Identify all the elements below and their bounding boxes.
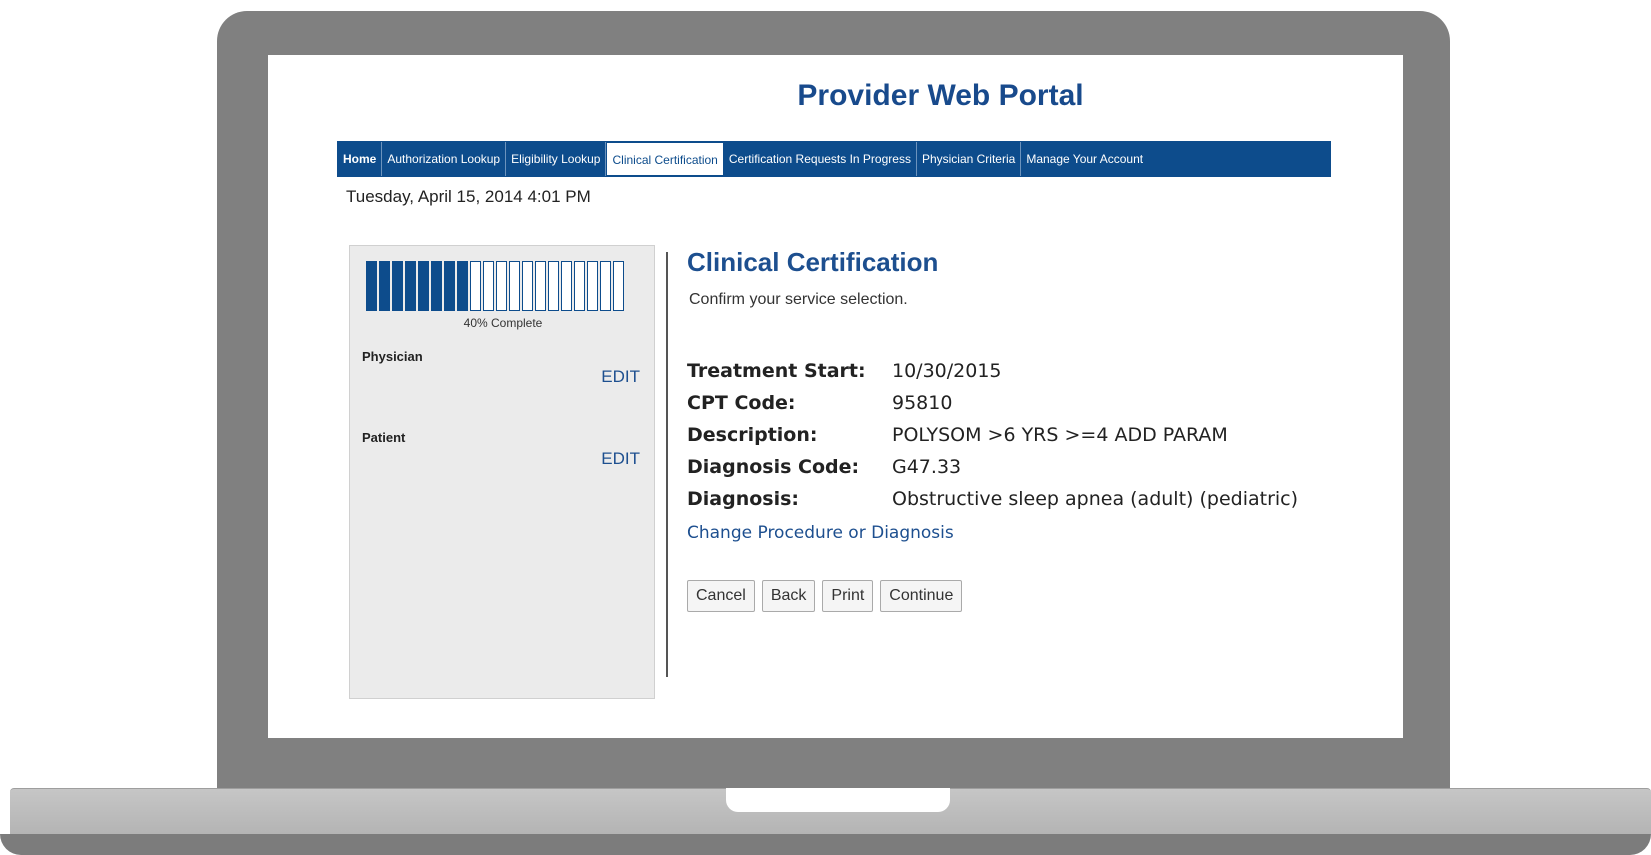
progress-segment-filled	[418, 261, 429, 311]
progress-segment-empty	[535, 261, 546, 311]
progress-segment-empty	[496, 261, 507, 311]
detail-value: 10/30/2015	[892, 360, 1002, 382]
progress-segment-empty	[574, 261, 585, 311]
portal-title: Provider Web Portal	[797, 79, 1084, 112]
detail-value: G47.33	[892, 456, 962, 478]
current-date: Tuesday, April 15, 2014 4:01 PM	[346, 187, 591, 206]
tab-home[interactable]: Home	[338, 142, 383, 176]
detail-row-diagnosis: Diagnosis: Obstructive sleep apnea (adul…	[687, 483, 1298, 515]
detail-row-cpt-code: CPT Code: 95810	[687, 387, 1298, 419]
main-navigation: Home Authorization Lookup Eligibility Lo…	[337, 141, 1331, 177]
detail-row-diagnosis-code: Diagnosis Code: G47.33	[687, 451, 1298, 483]
progress-segment-empty	[470, 261, 481, 311]
continue-button[interactable]: Continue	[880, 580, 963, 612]
progress-segment-filled	[431, 261, 442, 311]
laptop-bottom	[0, 834, 1651, 855]
progress-segment-empty	[522, 261, 533, 311]
progress-label: 40% Complete	[463, 316, 543, 330]
progress-segment-empty	[548, 261, 559, 311]
cancel-button[interactable]: Cancel	[687, 580, 755, 612]
physician-label: Physician	[362, 349, 423, 364]
progress-segment-filled	[366, 261, 377, 311]
tab-manage-your-account[interactable]: Manage Your Account	[1021, 142, 1148, 176]
progress-segment-empty	[509, 261, 520, 311]
service-details-table: Treatment Start: 10/30/2015 CPT Code: 95…	[687, 355, 1298, 515]
back-button[interactable]: Back	[761, 580, 816, 612]
progress-segment-empty	[483, 261, 494, 311]
detail-value: 95810	[892, 392, 953, 414]
detail-label: Diagnosis Code:	[687, 456, 860, 478]
print-button[interactable]: Print	[822, 580, 874, 612]
patient-label: Patient	[362, 430, 406, 445]
progress-bar	[366, 261, 624, 311]
detail-row-treatment-start: Treatment Start: 10/30/2015	[687, 355, 1298, 387]
tab-eligibility-lookup[interactable]: Eligibility Lookup	[506, 142, 607, 176]
tab-clinical-certification[interactable]: Clinical Certification	[606, 142, 724, 176]
progress-segment-filled	[457, 261, 468, 311]
detail-label: CPT Code:	[687, 392, 796, 414]
progress-segment-filled	[444, 261, 455, 311]
progress-segment-filled	[379, 261, 390, 311]
detail-label: Treatment Start:	[687, 360, 866, 382]
detail-value: POLYSOM >6 YRS >=4 ADD PARAM	[892, 424, 1228, 446]
progress-segment-empty	[561, 261, 572, 311]
progress-segment-empty	[600, 261, 611, 311]
progress-panel: 40% Complete Physician EDIT Patient EDIT	[349, 245, 655, 699]
progress-segment-filled	[392, 261, 403, 311]
detail-label: Diagnosis:	[687, 488, 800, 510]
action-buttons: Cancel Back Print Continue	[687, 580, 963, 612]
tab-certification-requests-in-progress[interactable]: Certification Requests In Progress	[724, 142, 917, 176]
tab-authorization-lookup[interactable]: Authorization Lookup	[382, 142, 507, 176]
laptop-notch	[726, 788, 950, 812]
detail-row-description: Description: POLYSOM >6 YRS >=4 ADD PARA…	[687, 419, 1298, 451]
change-procedure-link[interactable]: Change Procedure or Diagnosis	[687, 523, 954, 543]
detail-label: Description:	[687, 424, 818, 446]
vertical-divider	[666, 252, 668, 677]
progress-segment-filled	[405, 261, 416, 311]
page-subtitle: Confirm your service selection.	[689, 291, 908, 308]
laptop-screen: Provider Web Portal Home Authorization L…	[268, 55, 1403, 738]
page-title: Clinical Certification	[687, 247, 939, 277]
edit-patient-link[interactable]: EDIT	[601, 449, 640, 469]
detail-value: Obstructive sleep apnea (adult) (pediatr…	[892, 488, 1299, 510]
edit-physician-link[interactable]: EDIT	[601, 367, 640, 387]
progress-segment-empty	[587, 261, 598, 311]
progress-segment-empty	[613, 261, 624, 311]
tab-physician-criteria[interactable]: Physician Criteria	[917, 142, 1022, 176]
